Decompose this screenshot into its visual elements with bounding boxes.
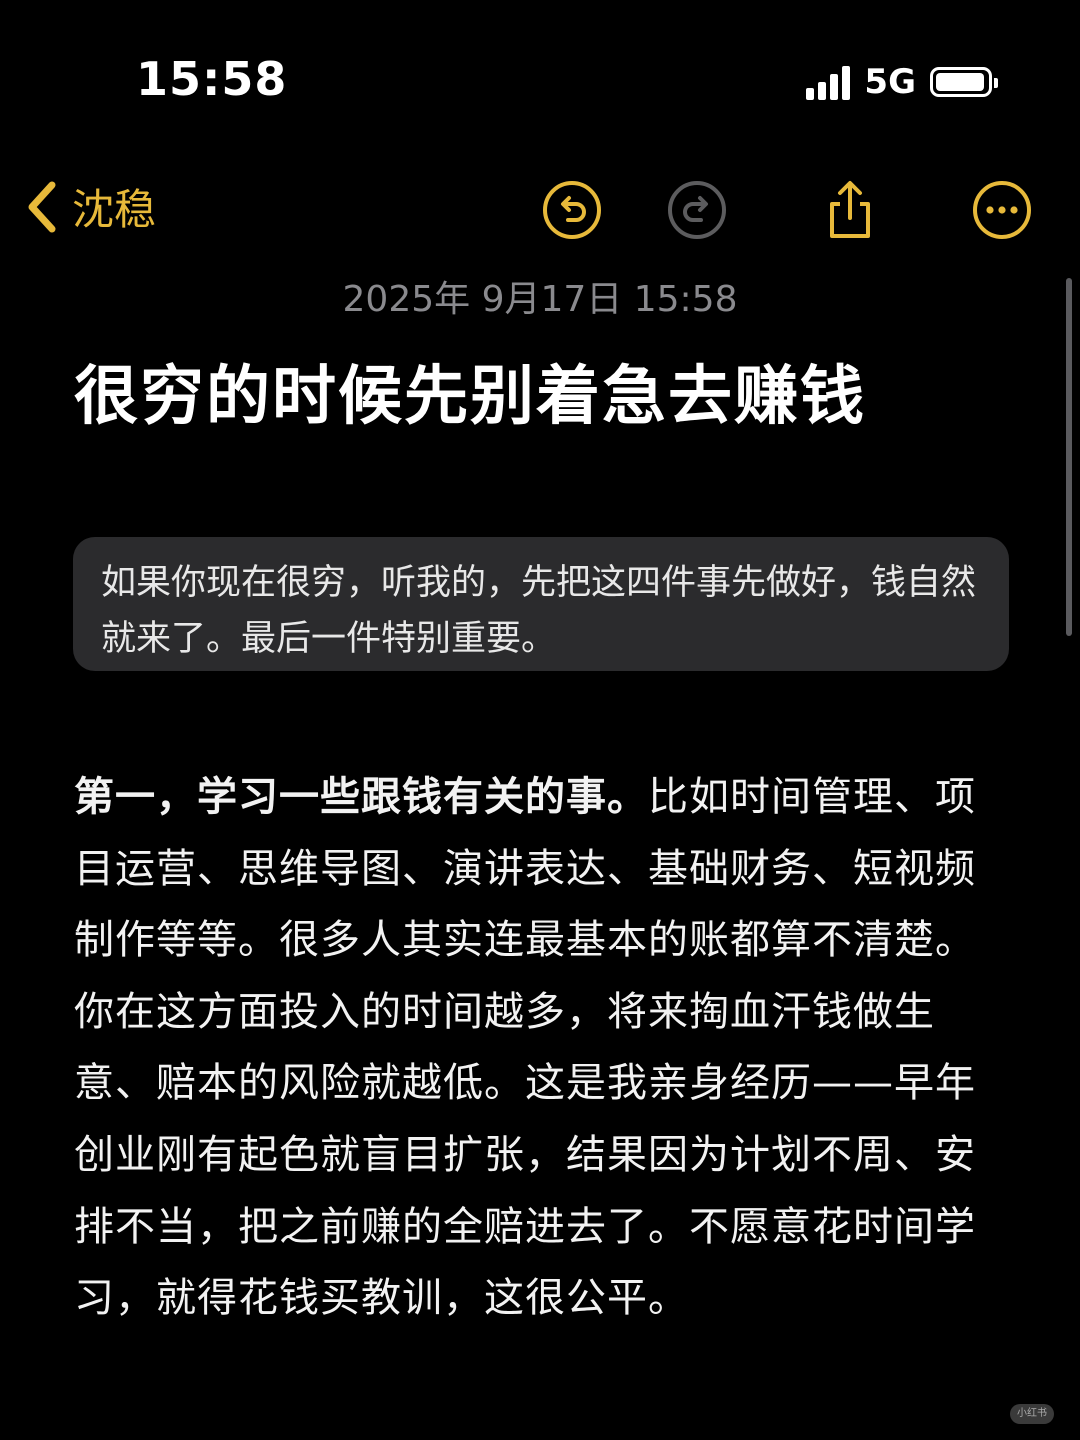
- undo-icon: [543, 181, 601, 239]
- quote-text: 如果你现在很穷，听我的，先把这四件事先做好，钱自然就来了。最后一件特别重要。: [101, 563, 977, 659]
- back-label: 沈稳: [72, 185, 157, 234]
- status-indicators: 5G: [806, 60, 998, 104]
- chevron-left-icon: [28, 181, 56, 232]
- network-type: 5G: [864, 62, 916, 102]
- status-time: 15:58: [136, 52, 288, 106]
- scrollbar[interactable]: [1066, 278, 1072, 636]
- note-toolbar: 沈稳: [0, 160, 1080, 260]
- undo-button[interactable]: [540, 178, 604, 242]
- back-button[interactable]: 沈稳: [22, 176, 156, 237]
- note-date: 2025年 9月17日 15:58: [342, 279, 738, 320]
- share-button[interactable]: [818, 178, 882, 242]
- note-title[interactable]: 很穷的时候先别着急去赚钱: [74, 345, 866, 437]
- redo-button[interactable]: [665, 178, 729, 242]
- more-button[interactable]: [970, 178, 1034, 242]
- note-body[interactable]: 第一，学习一些跟钱有关的事。比如时间管理、项目运营、思维导图、演讲表达、基础财务…: [74, 762, 1004, 1335]
- battery-icon: [930, 67, 998, 97]
- share-icon: [830, 181, 870, 238]
- body-text: 比如时间管理、项目运营、思维导图、演讲表达、基础财务、短视频制作等等。很多人其实…: [74, 774, 976, 1322]
- cellular-signal-icon: [806, 64, 851, 100]
- quote-block[interactable]: 如果你现在很穷，听我的，先把这四件事先做好，钱自然就来了。最后一件特别重要。: [73, 537, 1009, 671]
- more-icon: [973, 181, 1031, 239]
- status-bar: 15:58 5G: [0, 0, 1080, 150]
- redo-icon: [668, 181, 726, 239]
- watermark-logo: 小红书: [1010, 1404, 1054, 1424]
- body-lead: 第一，学习一些跟钱有关的事。: [74, 774, 648, 820]
